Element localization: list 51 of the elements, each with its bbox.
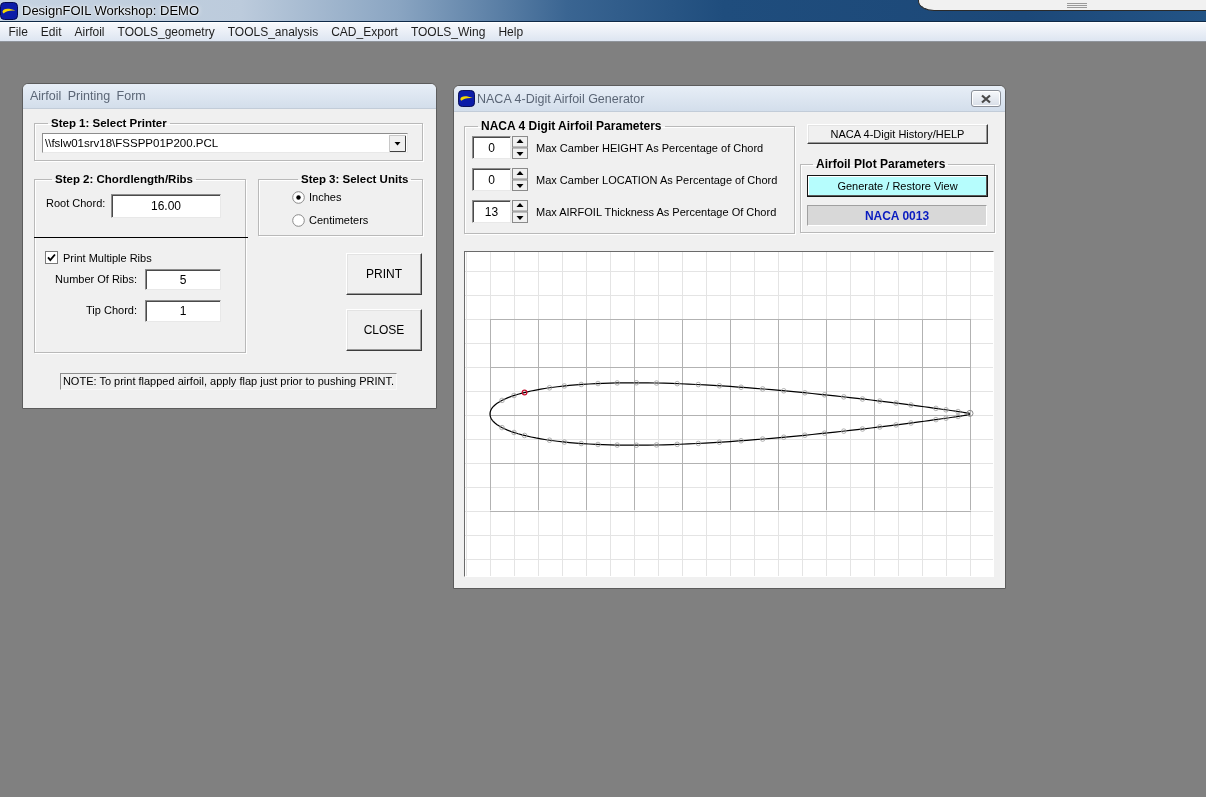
spin-arrows-icon[interactable]: [512, 168, 528, 191]
parameter-field[interactable]: 13: [472, 200, 511, 223]
radio-label: Centimeters: [309, 214, 369, 226]
menu-item[interactable]: TOOLS_geometry: [111, 25, 222, 39]
group-title: Step 2: Chordlength/Ribs: [54, 172, 194, 186]
menu-item[interactable]: Airfoil: [68, 25, 112, 39]
spin-arrows-icon[interactable]: [512, 200, 528, 223]
parameter-label: Max Camber LOCATION As Percentage of Chord: [536, 173, 778, 186]
field-label: Tip Chord:: [86, 304, 137, 316]
airfoil-icon: [0, 1, 18, 20]
app-title: DesignFOIL Workshop: DEMO: [22, 3, 199, 18]
airfoil-name-label: NACA 0013: [807, 205, 987, 226]
menu-item[interactable]: TOOLS_Wing: [404, 25, 492, 39]
dialog-button[interactable]: CLOSE: [346, 309, 422, 351]
note-text: NOTE: To print flapped airfoil, apply flap just prior to pushing PRINT.: [59, 373, 398, 390]
menu-item[interactable]: Help: [491, 25, 530, 39]
dropdown-arrow-icon[interactable]: [389, 134, 406, 152]
dialog-button[interactable]: PRINT: [346, 253, 422, 295]
radio-button[interactable]: [292, 213, 305, 227]
pulldown-tab[interactable]: [918, 0, 1206, 11]
menu-item[interactable]: Edit: [34, 25, 69, 39]
ribs-count-field[interactable]: 5: [145, 269, 221, 290]
close-button[interactable]: [971, 90, 1001, 107]
airfoil-icon: [458, 90, 475, 107]
group-title: NACA 4 Digit Airfoil Parameters: [480, 119, 663, 133]
generate-button[interactable]: Generate / Restore View: [807, 175, 988, 197]
field-label: Number Of Ribs:: [55, 273, 137, 285]
checkbox[interactable]: [45, 251, 58, 264]
printer-dropdown[interactable]: \\fslw01srv18\FSSPP01P200.PCL: [42, 133, 408, 153]
parameter-field[interactable]: 0: [472, 168, 511, 191]
parameter-label: Max Camber HEIGHT As Percentage of Chord: [536, 141, 764, 154]
root-chord-field[interactable]: 16.00: [111, 194, 221, 218]
radio-label: Inches: [309, 191, 342, 203]
menu-item[interactable]: File: [2, 25, 35, 39]
group-title: Step 3: Select Units: [300, 172, 410, 186]
tip-chord-field[interactable]: 1: [145, 300, 221, 322]
group-title: Step 1: Select Printer: [50, 116, 168, 130]
spin-arrows-icon[interactable]: [512, 136, 528, 159]
menu-item[interactable]: TOOLS_analysis: [221, 25, 325, 39]
window-title: NACA 4-Digit Airfoil Generator: [477, 91, 645, 106]
parameter-field[interactable]: 0: [472, 136, 511, 159]
radio-button[interactable]: [292, 190, 305, 204]
help-button[interactable]: NACA 4-Digit History/HELP: [807, 124, 988, 144]
field-label: Root Chord:: [46, 197, 107, 209]
checkbox-label: Print Multiple Ribs: [63, 251, 152, 264]
menu-item[interactable]: CAD_Export: [324, 25, 405, 39]
window-title: Airfoil Printing Form: [30, 89, 146, 103]
close-icon: [980, 93, 992, 104]
grip-icon[interactable]: [1066, 3, 1087, 8]
parameter-label: Max AIRFOIL Thickness As Percentage Of Chord: [536, 205, 777, 218]
group-title: Airfoil Plot Parameters: [815, 157, 947, 171]
